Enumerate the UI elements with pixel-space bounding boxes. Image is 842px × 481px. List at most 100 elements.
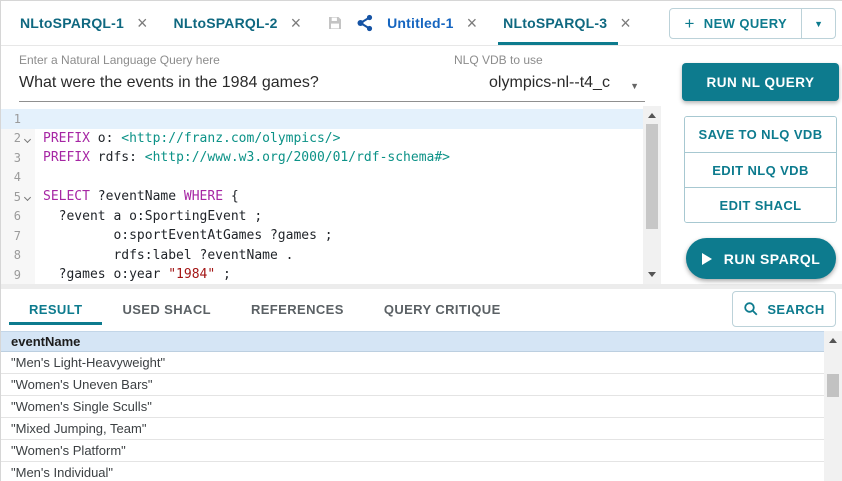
code-token: ; bbox=[215, 267, 231, 282]
save-to-nlq-vdb-button[interactable]: SAVE TO NLQ VDB bbox=[685, 117, 836, 152]
code-text: ?games o:year "1984" ; bbox=[35, 267, 231, 282]
code-token: "1984" bbox=[168, 267, 215, 282]
tab-label: Untitled-1 bbox=[387, 15, 454, 31]
vdb-select[interactable]: olympics-nl--t4_c ▼ bbox=[454, 67, 645, 102]
tab-nltosparql-2[interactable]: NLtoSPARQL-2 × bbox=[161, 1, 315, 45]
tab-result[interactable]: RESULT bbox=[9, 289, 102, 329]
close-icon[interactable]: × bbox=[291, 14, 302, 32]
code-text: ?event a o:SportingEvent ; bbox=[35, 209, 262, 224]
query-tab-bar: NLtoSPARQL-1×NLtoSPARQL-2×Untitled-1×NLt… bbox=[1, 1, 842, 46]
code-line-8[interactable]: 8 rdfs:label ?eventName . bbox=[1, 246, 643, 266]
line-number: 6 bbox=[1, 209, 21, 223]
sparql-editor[interactable]: 1 2 PREFIX o: <http://franz.com/olympics/>… bbox=[1, 106, 661, 284]
vdb-actions-group: SAVE TO NLQ VDBEDIT NLQ VDBEDIT SHACL bbox=[684, 116, 837, 223]
run-sparql-button[interactable]: RUN SPARQL bbox=[686, 238, 836, 279]
new-query-button[interactable]: + NEW QUERY ▼ bbox=[669, 8, 836, 39]
tab-references[interactable]: REFERENCES bbox=[231, 289, 364, 329]
line-number: 9 bbox=[1, 268, 21, 282]
line-gutter: 4 bbox=[1, 168, 35, 188]
code-token: rdfs: bbox=[90, 150, 145, 165]
code-token: PREFIX bbox=[43, 150, 90, 165]
vdb-field: NLQ VDB to use olympics-nl--t4_c ▼ bbox=[454, 53, 645, 102]
editor-scrollbar[interactable] bbox=[643, 106, 661, 284]
edit-shacl-button[interactable]: EDIT SHACL bbox=[685, 187, 836, 222]
fold-arrow-icon[interactable] bbox=[21, 193, 33, 200]
code-token: { bbox=[223, 189, 239, 204]
table-row[interactable]: "Women's Uneven Bars" bbox=[1, 374, 824, 396]
line-number: 2 bbox=[1, 131, 21, 145]
code-token: WHERE bbox=[184, 189, 223, 204]
new-query-main[interactable]: + NEW QUERY bbox=[670, 9, 801, 38]
tab-nltosparql-3[interactable]: NLtoSPARQL-3 × bbox=[490, 1, 644, 45]
code-line-4[interactable]: 4 bbox=[1, 168, 643, 188]
new-query-dropdown[interactable]: ▼ bbox=[801, 9, 835, 38]
code-line-9[interactable]: 9 ?games o:year "1984" ; bbox=[1, 265, 643, 284]
code-token: ?event a o:SportingEvent ; bbox=[43, 209, 262, 224]
fold-arrow-icon[interactable] bbox=[21, 135, 33, 142]
code-token: ?eventName bbox=[90, 189, 184, 204]
results-table: eventName "Men's Light-Heavyweight""Wome… bbox=[1, 331, 824, 481]
edit-nlq-vdb-button[interactable]: EDIT NLQ VDB bbox=[685, 152, 836, 187]
nl-query-input[interactable] bbox=[19, 67, 459, 102]
chevron-down-icon: ▼ bbox=[814, 19, 823, 29]
table-row[interactable]: "Men's Light-Heavyweight" bbox=[1, 352, 824, 374]
code-line-2[interactable]: 2 PREFIX o: <http://franz.com/olympics/> bbox=[1, 129, 643, 149]
tab-query-critique[interactable]: QUERY CRITIQUE bbox=[364, 289, 521, 329]
code-line-5[interactable]: 5 SELECT ?eventName WHERE { bbox=[1, 187, 643, 207]
line-gutter: 6 bbox=[1, 207, 35, 227]
table-row[interactable]: "Mixed Jumping, Team" bbox=[1, 418, 824, 440]
chevron-down-icon bbox=[23, 136, 30, 143]
code-text: o:sportEventAtGames ?games ; bbox=[35, 228, 333, 243]
chevron-down-icon bbox=[23, 194, 30, 201]
query-tabs: NLtoSPARQL-1×NLtoSPARQL-2×Untitled-1×NLt… bbox=[7, 1, 644, 45]
play-icon bbox=[702, 253, 712, 265]
table-row[interactable]: "Women's Platform" bbox=[1, 440, 824, 462]
run-sparql-label: RUN SPARQL bbox=[724, 251, 821, 267]
line-number: 1 bbox=[1, 112, 21, 126]
graph-icon bbox=[356, 14, 374, 32]
results-tab-bar: RESULTUSED SHACLREFERENCESQUERY CRITIQUE bbox=[1, 289, 722, 329]
scroll-down-icon[interactable] bbox=[648, 272, 656, 277]
run-nl-query-button[interactable]: RUN NL QUERY bbox=[682, 63, 839, 101]
save-icon[interactable] bbox=[327, 15, 343, 31]
tab-label: NLtoSPARQL-2 bbox=[174, 15, 278, 31]
table-row[interactable]: "Men's Individual" bbox=[1, 462, 824, 481]
editor-scroll-thumb[interactable] bbox=[646, 124, 658, 229]
code-text: rdfs:label ?eventName . bbox=[35, 248, 293, 263]
code-line-6[interactable]: 6 ?event a o:SportingEvent ; bbox=[1, 207, 643, 227]
tab-label: NLtoSPARQL-3 bbox=[503, 15, 607, 31]
results-scroll-thumb[interactable] bbox=[827, 374, 839, 397]
search-icon bbox=[743, 301, 759, 317]
line-gutter: 3 bbox=[1, 148, 35, 168]
line-gutter: 1 bbox=[1, 109, 35, 129]
code-token: SELECT bbox=[43, 189, 90, 204]
code-token: o: bbox=[90, 131, 121, 146]
tab-untitled-1[interactable]: Untitled-1 × bbox=[314, 1, 490, 45]
line-number: 8 bbox=[1, 248, 21, 262]
line-gutter: 8 bbox=[1, 246, 35, 266]
vdb-label: NLQ VDB to use bbox=[454, 53, 645, 67]
line-gutter: 5 bbox=[1, 187, 35, 207]
code-token: <http://franz.com/olympics/> bbox=[121, 131, 340, 146]
tab-nltosparql-1[interactable]: NLtoSPARQL-1 × bbox=[7, 1, 161, 45]
plus-icon: + bbox=[684, 14, 694, 34]
results-scrollbar[interactable] bbox=[824, 331, 842, 481]
line-number: 4 bbox=[1, 170, 21, 184]
search-label: SEARCH bbox=[767, 302, 824, 317]
scroll-up-icon[interactable] bbox=[829, 338, 837, 343]
table-row[interactable]: "Women's Single Sculls" bbox=[1, 396, 824, 418]
close-icon[interactable]: × bbox=[467, 14, 478, 32]
close-icon[interactable]: × bbox=[620, 14, 631, 32]
code-line-1[interactable]: 1 bbox=[1, 109, 643, 129]
scroll-up-icon[interactable] bbox=[648, 113, 656, 118]
tab-used-shacl[interactable]: USED SHACL bbox=[102, 289, 231, 329]
close-icon[interactable]: × bbox=[137, 14, 148, 32]
code-line-7[interactable]: 7 o:sportEventAtGames ?games ; bbox=[1, 226, 643, 246]
tab-label: NLtoSPARQL-1 bbox=[20, 15, 124, 31]
code-line-3[interactable]: 3PREFIX rdfs: <http://www.w3.org/2000/01… bbox=[1, 148, 643, 168]
code-lines: 1 2 PREFIX o: <http://franz.com/olympics/>… bbox=[1, 109, 643, 284]
column-header-eventname[interactable]: eventName bbox=[1, 331, 824, 352]
code-text: PREFIX o: <http://franz.com/olympics/> bbox=[35, 131, 340, 146]
search-button[interactable]: SEARCH bbox=[732, 291, 836, 327]
code-token: PREFIX bbox=[43, 131, 90, 146]
